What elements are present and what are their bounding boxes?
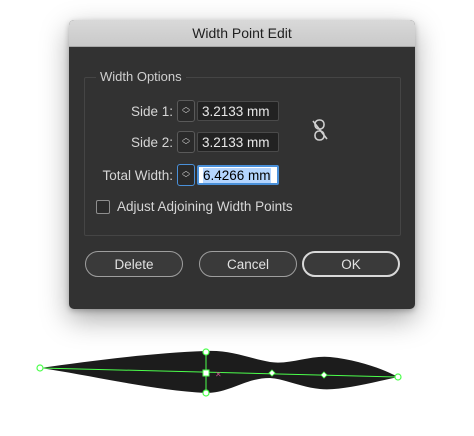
side1-label: Side 1: [130, 103, 173, 119]
side1-stepper[interactable]: ︿ ﹀ [177, 100, 195, 122]
anchor-point-end[interactable] [394, 373, 402, 381]
adjust-adjoining-row[interactable]: Adjust Adjoining Width Points [96, 199, 293, 214]
side2-row: Side 2: ︿ ﹀ [129, 131, 279, 153]
stepper-down-icon[interactable]: ﹀ [182, 175, 190, 183]
width-options-label: Width Options [96, 69, 186, 84]
width-handle-top[interactable] [202, 348, 210, 356]
adjust-adjoining-label: Adjust Adjoining Width Points [117, 199, 293, 214]
side1-input[interactable] [197, 101, 279, 121]
delete-button[interactable]: Delete [85, 251, 183, 277]
cursor-mark-icon: ✕ [215, 370, 222, 379]
width-handle-bottom[interactable] [202, 389, 210, 397]
stepper-down-icon[interactable]: ﹀ [182, 142, 190, 150]
total-width-label: Total Width: [102, 167, 173, 183]
width-options-group: Width Options Side 1: ︿ ﹀ Side 2: ︿ ﹀ To… [84, 69, 401, 236]
width-point-edit-dialog: Width Point Edit Width Options Side 1: ︿… [69, 20, 415, 309]
ok-button[interactable]: OK [302, 251, 400, 277]
unlink-icon[interactable] [311, 118, 329, 142]
side2-stepper[interactable]: ︿ ﹀ [177, 131, 195, 153]
anchor-point-start[interactable] [36, 364, 44, 372]
cancel-button[interactable]: Cancel [199, 251, 297, 277]
total-width-value: 6.4266 mm [203, 167, 271, 183]
side2-label: Side 2: [130, 134, 173, 150]
dialog-titlebar[interactable]: Width Point Edit [69, 20, 415, 47]
variable-width-stroke[interactable]: ✕ [30, 345, 410, 400]
side2-input[interactable] [197, 132, 279, 152]
total-width-input[interactable]: 6.4266 mm [197, 165, 279, 185]
total-width-row: Total Width: ︿ ﹀ 6.4266 mm [96, 164, 279, 186]
side1-row: Side 1: ︿ ﹀ [129, 100, 279, 122]
stepper-down-icon[interactable]: ﹀ [182, 111, 190, 119]
dialog-title: Width Point Edit [192, 25, 292, 41]
adjust-adjoining-checkbox[interactable] [96, 199, 110, 214]
width-point-selected[interactable] [202, 369, 210, 377]
total-width-stepper[interactable]: ︿ ﹀ [177, 164, 195, 186]
